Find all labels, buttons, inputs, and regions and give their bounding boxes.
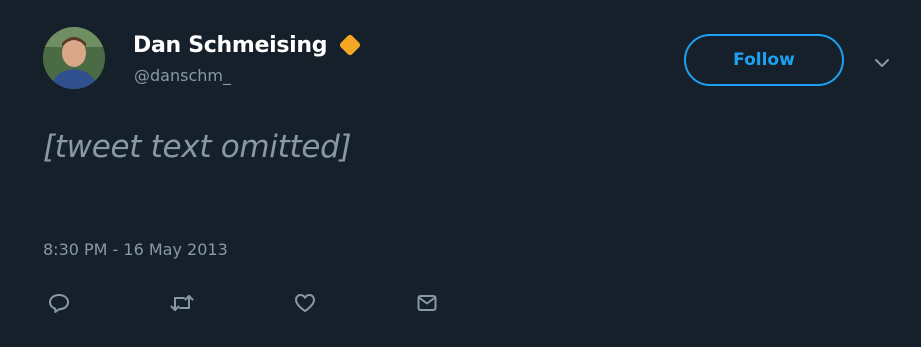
handle[interactable]: @danschm_ bbox=[134, 66, 231, 85]
display-name-row[interactable]: Dan Schmeising bbox=[133, 32, 363, 58]
timestamp[interactable]: 8:30 PM - 16 May 2013 bbox=[43, 240, 228, 259]
heart-icon bbox=[295, 294, 315, 312]
direct-message-icon bbox=[417, 295, 437, 311]
avatar-photo bbox=[43, 27, 105, 89]
avatar[interactable] bbox=[43, 27, 105, 89]
display-name[interactable]: Dan Schmeising bbox=[133, 33, 328, 58]
reply-icon bbox=[49, 294, 69, 313]
reply-button[interactable] bbox=[44, 288, 74, 318]
orange-diamond-icon bbox=[337, 32, 363, 58]
chevron-down-icon[interactable] bbox=[873, 55, 891, 69]
like-button[interactable] bbox=[290, 288, 320, 318]
tweet-actions bbox=[0, 288, 921, 318]
tweet-text: [tweet text omitted] bbox=[43, 129, 352, 165]
retweet-icon bbox=[170, 295, 194, 311]
retweet-button[interactable] bbox=[167, 288, 197, 318]
tweet-card: Dan Schmeising @danschm_ Follow [tweet t… bbox=[0, 0, 921, 347]
follow-button[interactable]: Follow bbox=[684, 34, 844, 86]
direct-message-button[interactable] bbox=[412, 288, 442, 318]
